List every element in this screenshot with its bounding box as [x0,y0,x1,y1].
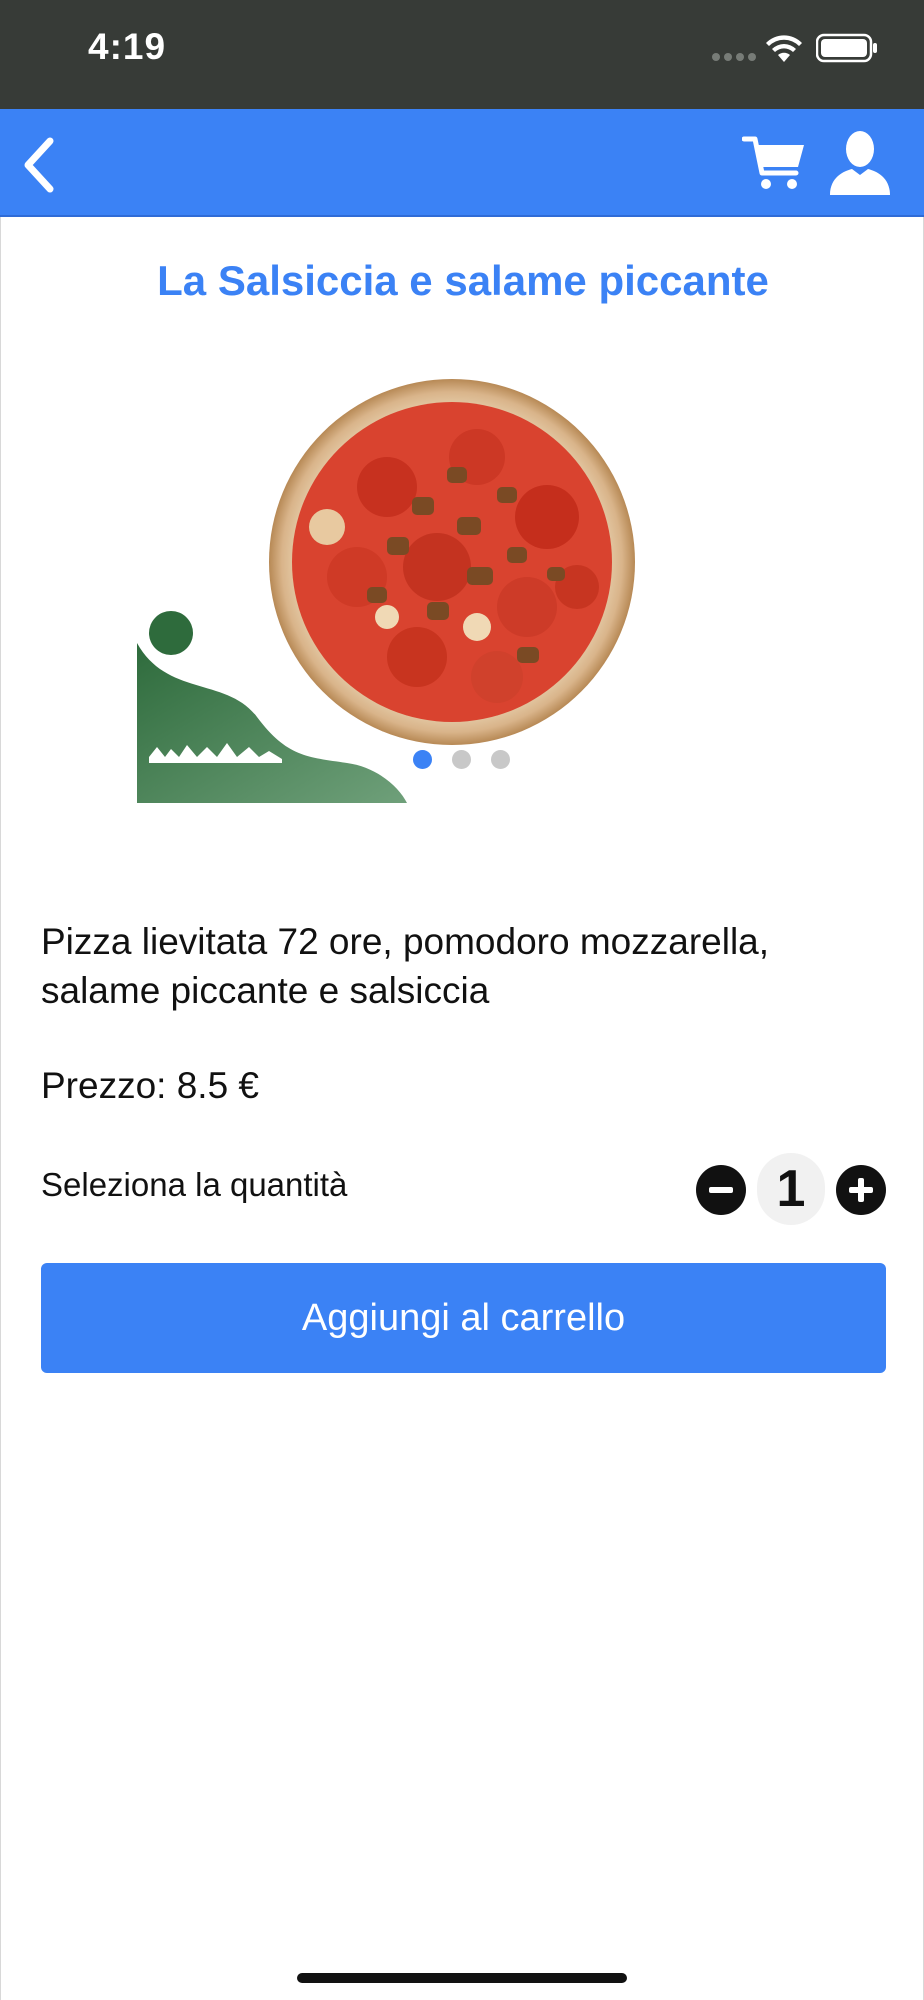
nav-bar [0,109,924,217]
product-detail: La Salsiccia e salame piccante Pizza lie… [0,217,924,2000]
product-price: Prezzo: 8.5 € [41,1065,260,1106]
carousel-dot-3[interactable] [491,750,510,769]
image-carousel[interactable] [131,367,651,817]
product-title: La Salsiccia e salame piccante [157,257,769,304]
back-chevron-icon[interactable] [18,135,60,195]
home-indicator[interactable] [297,1973,627,1983]
carousel-dot-1[interactable] [413,750,432,769]
pizza-photo [269,379,635,745]
status-time: 4:19 [88,26,167,67]
quantity-increase-button[interactable] [836,1165,886,1215]
quantity-value: 1 [776,1160,806,1218]
quantity-label: Seleziona la quantità [41,1166,348,1203]
add-to-cart-button[interactable]: Aggiungi al carrello [41,1263,886,1373]
carousel-dot-2[interactable] [452,750,471,769]
carousel-page-indicator[interactable] [413,750,510,769]
signal-dots-icon [712,53,756,61]
quantity-decrease-button[interactable] [696,1165,746,1215]
quantity-display: 1 [757,1153,825,1225]
product-description: Pizza lievitata 72 ore, pomodoro mozzare… [41,921,770,1011]
status-bar: 4:19 [0,0,924,109]
cart-icon[interactable] [742,131,806,195]
wifi-icon [766,35,802,62]
user-icon[interactable] [828,129,892,197]
battery-icon [816,33,877,63]
